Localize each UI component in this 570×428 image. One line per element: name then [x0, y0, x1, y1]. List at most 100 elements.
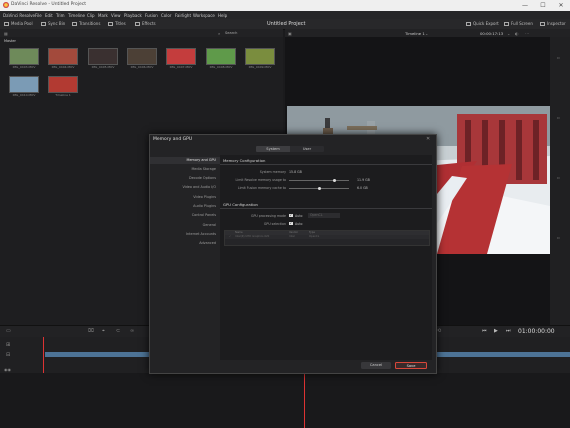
clip-thumbnail: [166, 48, 196, 65]
effects-label: Effects: [142, 21, 156, 26]
rail-icon[interactable]: ▫: [557, 115, 560, 120]
gpu-row-name: Intel(R) UHD Graphics 620: [235, 235, 270, 238]
playhead-upper[interactable]: [43, 337, 44, 373]
menu-mark[interactable]: Mark: [98, 13, 108, 18]
menu-resolve[interactable]: DaVinci Resolve: [3, 13, 35, 18]
nav-media-storage[interactable]: Media Storage: [150, 167, 216, 171]
rail-icon[interactable]: ▫: [557, 235, 560, 240]
menu-file[interactable]: File: [35, 13, 42, 18]
memory-section-title: Memory Configuration: [223, 158, 266, 163]
gpu-table: Name Vendor Type ✓ Intel(R) UHD Graphics…: [224, 230, 430, 246]
tab-system[interactable]: System: [256, 146, 290, 152]
sync-bin-button[interactable]: Sync Bin: [41, 21, 65, 26]
clip-label: IMG_0404.MOV: [51, 65, 75, 69]
nav-memory-gpu[interactable]: Memory and GPU: [150, 158, 216, 162]
play-icon[interactable]: ▶: [494, 328, 498, 334]
nav-audio-plugins[interactable]: Audio Plugins: [150, 204, 216, 208]
rail-icon[interactable]: ▫: [557, 55, 560, 60]
cancel-button[interactable]: Cancel: [361, 362, 391, 369]
grid-view-icon[interactable]: ▦: [4, 31, 8, 36]
loop-icon[interactable]: ⟲: [437, 328, 441, 334]
close-icon[interactable]: ✕: [426, 136, 430, 142]
next-frame-icon[interactable]: ⏭: [506, 328, 511, 334]
full-screen-button[interactable]: Full Screen: [504, 21, 533, 26]
menu-clip[interactable]: Clip: [87, 13, 95, 18]
inspector-button[interactable]: Inspector: [540, 21, 566, 26]
timeline-timecode: 01:00:00:00: [518, 327, 555, 335]
nav-decode-options[interactable]: Decode Options: [150, 176, 216, 180]
minimize-button[interactable]: —: [516, 0, 534, 11]
track-controls-icon[interactable]: ◉◉: [4, 367, 11, 372]
track-tool-icon[interactable]: ⊞: [6, 342, 10, 348]
close-window-button[interactable]: ✕: [552, 0, 570, 11]
nav-video-audio-io[interactable]: Video and Audio I/O: [150, 185, 216, 189]
clip-thumb[interactable]: IMG_0404.MOV: [48, 48, 78, 69]
chevron-down-icon[interactable]: ⌄: [425, 31, 428, 36]
gpu-processing-auto-label: Auto: [295, 214, 303, 218]
search-label[interactable]: Search: [225, 31, 237, 35]
clip-thumb[interactable]: IMG_0405.MOV: [88, 48, 118, 69]
nav-general[interactable]: General: [150, 223, 216, 227]
resolve-memory-slider[interactable]: [289, 180, 349, 182]
timecode-options-icon[interactable]: ⌄: [507, 31, 510, 36]
media-pool-button[interactable]: Media Pool: [4, 21, 33, 26]
menu-view[interactable]: View: [111, 13, 121, 18]
clip-thumb[interactable]: IMG_0406.MOV: [127, 48, 157, 69]
menu-fairlight[interactable]: Fairlight: [175, 13, 191, 18]
gpu-processing-label: GPU processing mode: [251, 214, 286, 218]
timeline-name[interactable]: Timeline 1: [405, 31, 425, 36]
clip-thumb[interactable]: IMG_0408.MOV: [206, 48, 236, 69]
resolve-memory-value: 11.9 GB: [357, 178, 370, 182]
nav-advanced[interactable]: Advanced: [150, 241, 216, 245]
quick-export-button[interactable]: Quick Export: [466, 21, 499, 26]
system-memory-label: System memory: [259, 170, 286, 174]
timeline-thumb[interactable]: Timeline 1: [48, 76, 78, 97]
gpu-row-check[interactable]: ✓: [229, 235, 231, 238]
sync-bin-icon: [41, 22, 46, 26]
fusion-cache-value: 6.0 GB: [357, 186, 368, 190]
maximize-button[interactable]: ☐: [534, 0, 552, 11]
clip-thumb[interactable]: IMG_0407.MOV: [166, 48, 196, 69]
titles-button[interactable]: Titles: [108, 21, 126, 26]
nav-internet-accounts[interactable]: Internet Accounts: [150, 232, 216, 236]
view-options-icon[interactable]: ◐: [515, 31, 519, 36]
nav-control-panels[interactable]: Control Panels: [150, 213, 216, 217]
viewer-layout-icon[interactable]: ▣: [288, 31, 292, 36]
more-options-icon[interactable]: ⋯: [525, 31, 529, 36]
menu-help[interactable]: Help: [218, 13, 227, 18]
gpu-selection-auto-checkbox[interactable]: ✓: [289, 221, 293, 225]
menu-color[interactable]: Color: [161, 13, 171, 18]
export-icon: [466, 22, 471, 26]
menu-fusion[interactable]: Fusion: [145, 13, 158, 18]
layout-icon[interactable]: ▭: [6, 328, 11, 334]
gpu-processing-mode-select[interactable]: OpenCL: [308, 213, 340, 218]
fusion-cache-knob[interactable]: [318, 187, 321, 190]
menu-trim[interactable]: Trim: [56, 13, 65, 18]
rail-icon[interactable]: ▫: [557, 175, 560, 180]
gpu-col-type: Type: [309, 231, 315, 234]
menu-workspace[interactable]: Workspace: [193, 13, 215, 18]
bin-name[interactable]: Master: [4, 39, 16, 43]
playhead-lower[interactable]: [304, 373, 305, 428]
menu-timeline[interactable]: Timeline: [68, 13, 85, 18]
search-icon[interactable]: ⌕: [218, 31, 220, 36]
clip-thumb[interactable]: IMG_0409.MOV: [245, 48, 275, 69]
tab-user[interactable]: User: [290, 146, 324, 152]
previous-frame-icon[interactable]: ⏮: [482, 328, 487, 334]
clip-thumb[interactable]: IMG_0410.MOV: [9, 76, 39, 97]
blade-tool-icon[interactable]: ⌖: [102, 328, 105, 334]
menu-playback[interactable]: Playback: [124, 13, 142, 18]
effects-button[interactable]: Effects: [135, 21, 156, 26]
track-lock-icon[interactable]: ⊟: [6, 352, 10, 358]
menu-edit[interactable]: Edit: [45, 13, 53, 18]
resolve-memory-knob[interactable]: [333, 179, 336, 182]
clip-thumb[interactable]: IMG_0403.MOV: [9, 48, 39, 69]
edit-tool-icon[interactable]: ⌧: [88, 328, 94, 334]
transitions-button[interactable]: Transitions: [72, 21, 100, 26]
gpu-processing-auto-checkbox[interactable]: ✓: [289, 213, 293, 217]
snap-icon[interactable]: ⊂: [116, 328, 120, 334]
save-button[interactable]: Save: [395, 362, 427, 369]
link-icon[interactable]: ∞: [130, 328, 134, 334]
nav-video-plugins[interactable]: Video Plugins: [150, 195, 216, 199]
clip-thumbnail: [206, 48, 236, 65]
